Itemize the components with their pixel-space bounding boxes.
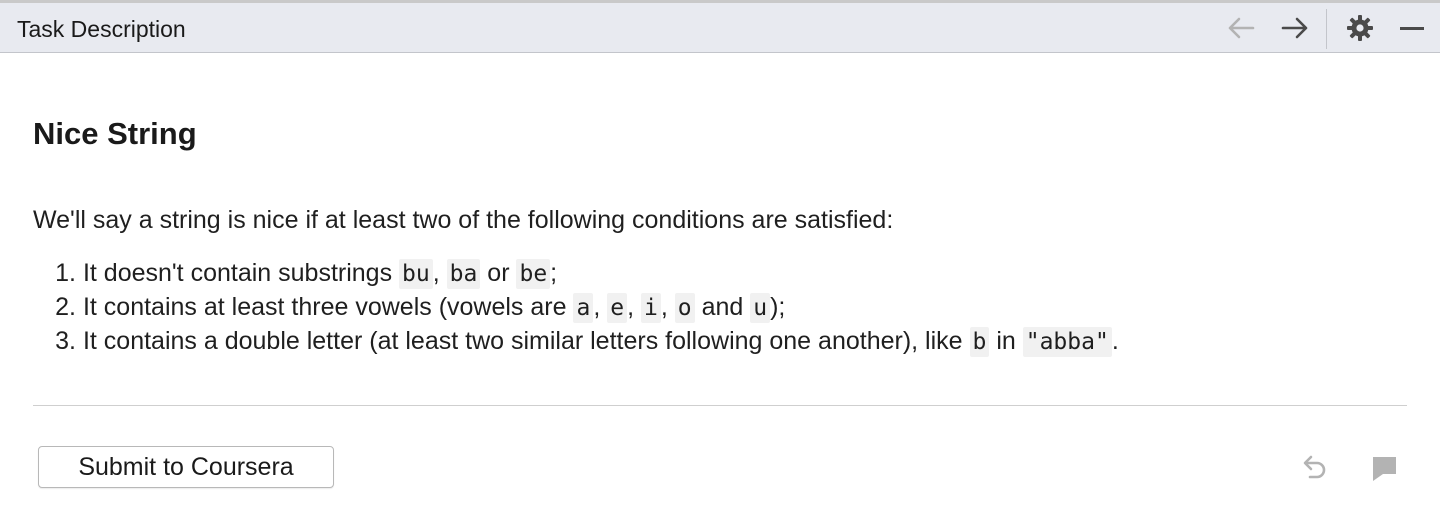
panel-title: Task Description [17, 16, 186, 42]
condition-text: and [694, 293, 751, 321]
condition-text: It contains a double letter (at least tw… [82, 327, 970, 355]
inline-code: b [969, 327, 990, 357]
arrow-left-icon[interactable] [1226, 13, 1256, 43]
condition-text: It doesn't contain substrings [82, 259, 400, 287]
condition-item: 1. It doesn't contain substrings bu, ba … [33, 258, 1119, 292]
arrow-right-icon[interactable] [1280, 13, 1310, 43]
task-heading: Nice String [33, 116, 197, 151]
condition-text: or [480, 259, 517, 287]
inline-code: bu [399, 259, 433, 289]
minimize-icon[interactable] [1397, 13, 1427, 43]
gear-icon[interactable] [1345, 13, 1375, 43]
condition-number: 2. [55, 293, 76, 321]
inline-code: u [750, 293, 771, 323]
condition-text: , [660, 293, 675, 321]
inline-code: e [607, 293, 628, 323]
condition-text: ); [770, 293, 786, 321]
condition-number: 1. [55, 259, 76, 287]
condition-text: It contains at least three vowels (vowel… [82, 293, 574, 321]
condition-text: in [989, 327, 1023, 355]
submit-to-coursera-button[interactable]: Submit to Coursera [38, 446, 334, 488]
condition-text: . [1111, 327, 1119, 355]
condition-text: , [593, 293, 608, 321]
condition-item: 2. It contains at least three vowels (vo… [33, 292, 1119, 326]
comment-icon[interactable] [1368, 452, 1400, 484]
inline-code: "abba" [1022, 327, 1112, 357]
undo-icon[interactable] [1298, 452, 1330, 484]
toolbar-separator [1326, 9, 1327, 49]
divider [33, 405, 1407, 406]
condition-text: , [432, 259, 447, 287]
condition-text: ; [550, 259, 558, 287]
inline-code: ba [446, 259, 481, 289]
condition-number: 3. [55, 327, 76, 355]
condition-item: 3. It contains a double letter (at least… [33, 326, 1119, 360]
inline-code: a [573, 293, 594, 323]
panel-titlebar: Task Description [0, 3, 1440, 53]
inline-code: i [641, 293, 661, 323]
conditions-list: 1. It doesn't contain substrings bu, ba … [33, 258, 1119, 360]
inline-code: o [674, 293, 695, 323]
inline-code: be [516, 259, 551, 289]
task-intro: We'll say a string is nice if at least t… [33, 206, 894, 234]
condition-text: , [627, 293, 641, 321]
